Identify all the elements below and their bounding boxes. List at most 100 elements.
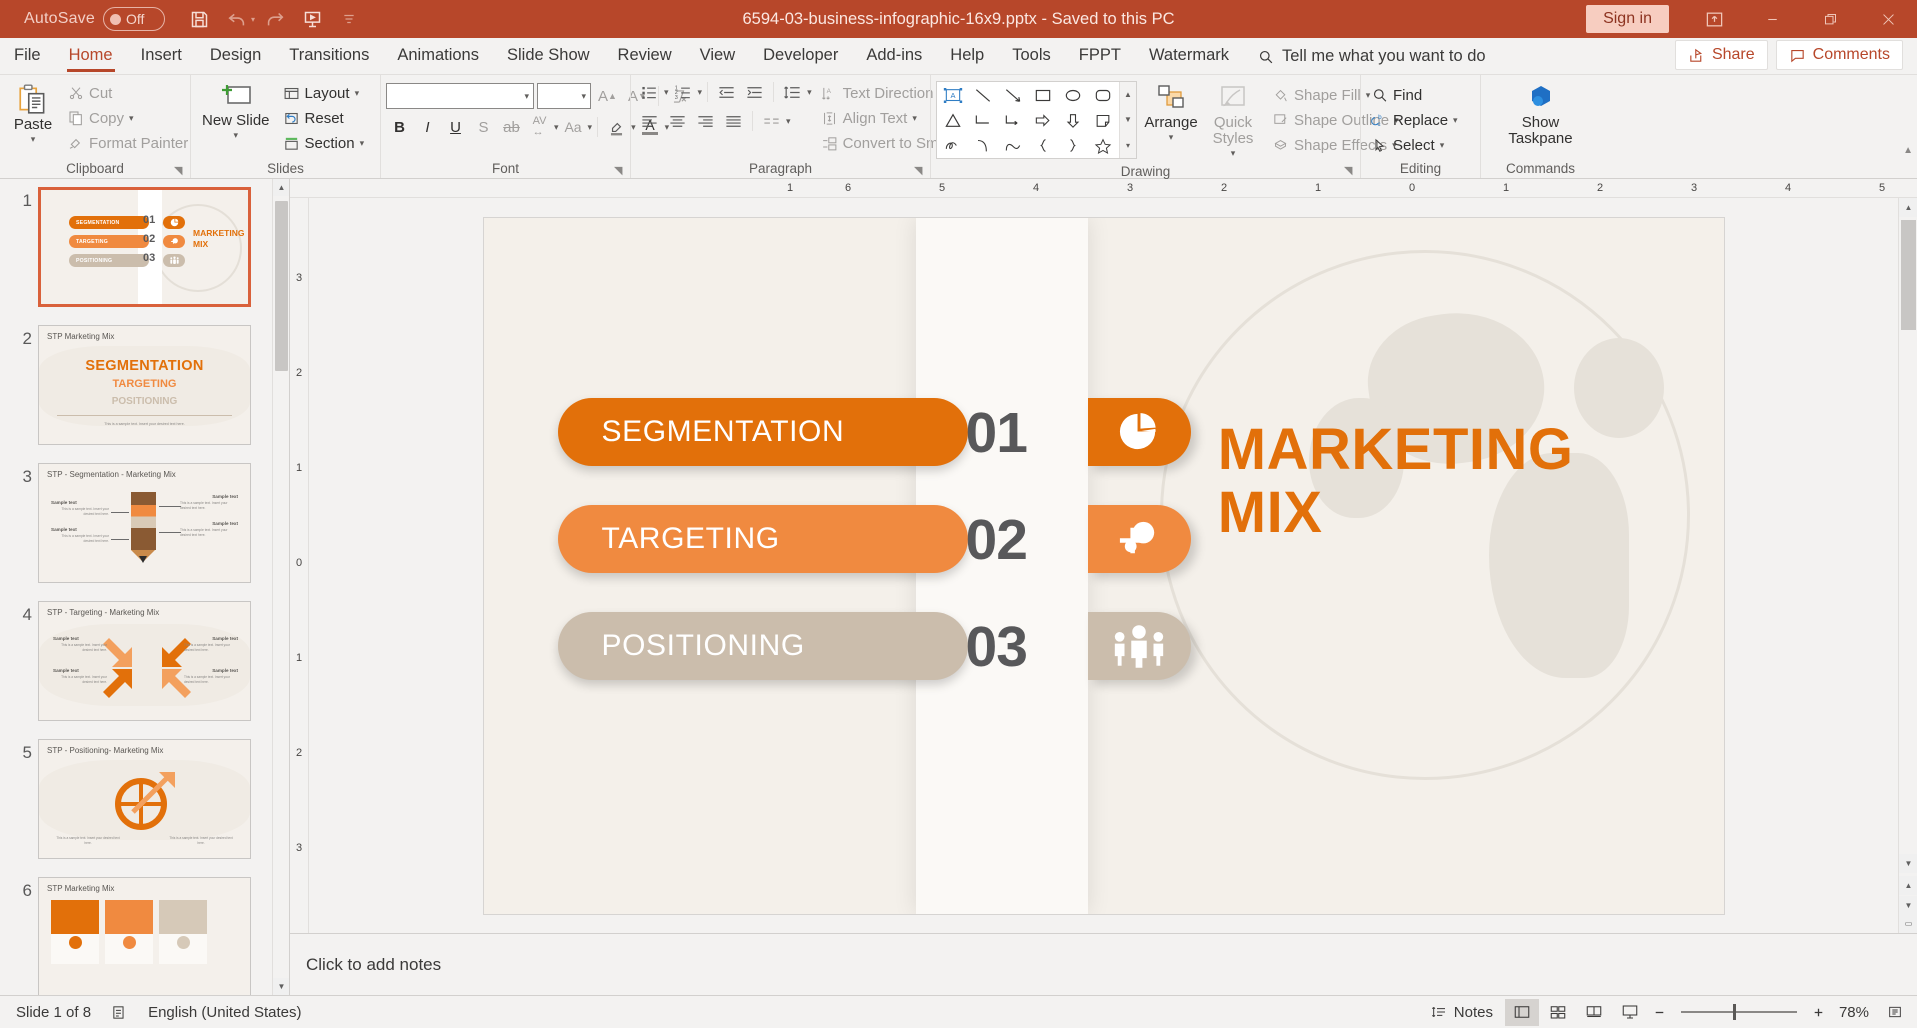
reset-window-icon[interactable]: ▭ [1899, 914, 1917, 933]
font-size-combo[interactable]: ▾ [537, 83, 591, 109]
shape-rounded-rectangle-icon[interactable] [1088, 83, 1118, 108]
slide-canvas[interactable]: SEGMENTATION TARGETING POSITIONING 01 02… [482, 216, 1725, 915]
paragraph-dialog-launcher[interactable]: ◥ [914, 164, 926, 177]
text-highlight-icon[interactable] [603, 114, 630, 140]
shape-down-arrow-icon[interactable] [1058, 108, 1088, 133]
tab-review[interactable]: Review [604, 40, 686, 74]
replace-button[interactable]: bc Replace ▾ [1366, 108, 1463, 132]
autosave-group[interactable]: AutoSave Off [24, 7, 165, 31]
find-button[interactable]: Find [1366, 83, 1463, 107]
new-slide-dropdown-icon[interactable]: ▾ [234, 130, 239, 141]
select-dropdown-icon[interactable]: ▾ [1440, 140, 1445, 151]
drawing-dialog-launcher[interactable]: ◥ [1344, 164, 1356, 177]
thumbnail-preview[interactable]: STP Marketing Mix [38, 877, 251, 995]
line-spacing-dropdown-icon[interactable]: ▾ [807, 87, 812, 98]
share-button[interactable]: Share [1674, 40, 1768, 70]
clipboard-dialog-launcher[interactable]: ◥ [174, 164, 186, 177]
save-icon[interactable] [183, 4, 217, 34]
zoom-slider[interactable] [1680, 1004, 1797, 1020]
shapes-gallery[interactable]: A ▲ ▼ ▾ [936, 81, 1137, 159]
change-case-icon[interactable]: Aa [560, 114, 587, 140]
section-button[interactable]: Section ▾ [278, 131, 370, 155]
shape-textbox-icon[interactable]: A [938, 83, 968, 108]
paste-dropdown-icon[interactable]: ▾ [31, 134, 36, 145]
align-right-icon[interactable] [692, 108, 719, 134]
arrange-button[interactable]: Arrange ▾ [1143, 81, 1199, 146]
tab-home[interactable]: Home [55, 40, 127, 74]
thumbnail-preview[interactable]: STP - Positioning- Marketing Mix This is… [38, 739, 251, 859]
copy-button[interactable]: Copy ▾ [63, 106, 193, 130]
thumbnail-preview[interactable]: STP Marketing Mix SEGMENTATION TARGETING… [38, 325, 251, 445]
arrange-dropdown-icon[interactable]: ▾ [1169, 132, 1174, 143]
thumbnail-preview[interactable]: STP - Segmentation - Marketing Mix Sampl… [38, 463, 251, 583]
replace-dropdown-icon[interactable]: ▾ [1453, 115, 1458, 126]
tab-slide-show[interactable]: Slide Show [493, 40, 604, 74]
slide-vertical-scrollbar[interactable]: ▲ ▼ ▲ ▼ ▭ [1898, 198, 1917, 933]
tab-developer[interactable]: Developer [749, 40, 852, 74]
line-spacing-icon[interactable] [779, 79, 806, 105]
shape-ellipse-icon[interactable] [1058, 83, 1088, 108]
notes-pane[interactable]: Click to add notes [290, 933, 1917, 995]
increase-font-size-icon[interactable]: A ▲ [594, 83, 621, 109]
reset-button[interactable]: Reset [278, 106, 370, 130]
thumbnail-slide-4[interactable]: 4 STP - Targeting - Marketing Mix Sample… [0, 601, 289, 739]
thumbnail-scroll-thumb[interactable] [275, 201, 288, 371]
accessibility-icon[interactable] [101, 996, 138, 1028]
font-name-dropdown-icon[interactable]: ▾ [524, 91, 529, 102]
font-dialog-launcher[interactable]: ◥ [614, 164, 626, 177]
bullets-dropdown-icon[interactable]: ▾ [664, 87, 669, 98]
comments-button[interactable]: Comments [1775, 40, 1903, 70]
tab-watermark[interactable]: Watermark [1135, 40, 1243, 74]
next-slide-icon[interactable]: ▼ [1899, 896, 1917, 915]
shape-triangle-icon[interactable] [938, 108, 968, 133]
cut-button[interactable]: Cut [63, 81, 193, 105]
thumbnail-preview[interactable]: STP - Targeting - Marketing Mix Sample t… [38, 601, 251, 721]
shape-elbow-connector-icon[interactable] [968, 108, 998, 133]
shape-right-arrow-icon[interactable] [1028, 108, 1058, 133]
font-size-dropdown-icon[interactable]: ▾ [581, 91, 586, 102]
customize-qat-icon[interactable] [332, 4, 366, 34]
numbering-icon[interactable]: 1 2 3 [670, 79, 697, 105]
bar-segmentation[interactable]: SEGMENTATION [557, 397, 968, 466]
shape-line-icon[interactable] [968, 83, 998, 108]
collapse-ribbon-icon[interactable]: ▲ [1903, 145, 1913, 156]
italic-icon[interactable]: I [414, 114, 441, 140]
thumbnail-slide-3[interactable]: 3 STP - Segmentation - Marketing Mix Sam… [0, 463, 289, 601]
thumbnail-slide-5[interactable]: 5 STP - Positioning- Marketing Mix This … [0, 739, 289, 877]
character-spacing-dropdown-icon[interactable]: ▾ [554, 122, 559, 133]
tab-design[interactable]: Design [196, 40, 275, 74]
fit-to-window-button[interactable] [1879, 1004, 1911, 1020]
bullets-icon[interactable] [636, 79, 663, 105]
thumbnail-slide-6[interactable]: 6 STP Marketing Mix [0, 877, 289, 995]
tab-view[interactable]: View [686, 40, 749, 74]
horizontal-ruler[interactable]: 1 6 5 4 3 2 1 0 1 2 3 4 5 6 1 [290, 179, 1917, 198]
restore-button[interactable] [1801, 0, 1859, 38]
shapes-gallery-scrollbar[interactable]: ▲ ▼ ▾ [1119, 82, 1136, 158]
thumbnail-preview[interactable]: SEGMENTATION TARGETING POSITIONING 01 02… [38, 187, 251, 307]
thumbnail-scroll-down-icon[interactable]: ▼ [273, 978, 289, 995]
ribbon-display-options-icon[interactable] [1685, 0, 1743, 38]
zoom-level[interactable]: 78% [1831, 1004, 1877, 1021]
text-shadow-icon[interactable]: S [470, 114, 497, 140]
decrease-indent-icon[interactable] [713, 79, 740, 105]
slide-thumbnail-list[interactable]: 1 SEGMENTATION TARGETING POSITIONING 01 … [0, 179, 289, 995]
bold-icon[interactable]: B [386, 114, 413, 140]
thumbnail-scrollbar[interactable]: ▲ ▼ [272, 179, 289, 995]
tab-fppt[interactable]: FPPT [1065, 40, 1135, 74]
new-slide-button[interactable]: New Slide ▾ [196, 79, 276, 144]
thumbnail-slide-2[interactable]: 2 STP Marketing Mix SEGMENTATION TARGETI… [0, 325, 289, 463]
shapes-scroll-up-icon[interactable]: ▲ [1120, 82, 1136, 108]
quick-styles-button[interactable]: Quick Styles ▾ [1205, 81, 1261, 162]
shape-right-brace-icon[interactable] [1058, 133, 1088, 158]
layout-button[interactable]: Layout ▾ [278, 81, 370, 105]
section-dropdown-icon[interactable]: ▾ [360, 138, 365, 149]
sign-in-button[interactable]: Sign in [1586, 5, 1669, 33]
tell-me-search[interactable]: Tell me what you want to do [1257, 47, 1486, 74]
scroll-down-icon[interactable]: ▼ [1899, 854, 1917, 873]
strikethrough-icon[interactable]: ab [498, 114, 525, 140]
minimize-button[interactable] [1743, 0, 1801, 38]
columns-dropdown-icon[interactable]: ▾ [786, 116, 791, 127]
quick-styles-dropdown-icon[interactable]: ▾ [1231, 148, 1236, 159]
bar-targeting[interactable]: TARGETING [557, 504, 968, 573]
format-painter-button[interactable]: Format Painter [63, 131, 193, 155]
